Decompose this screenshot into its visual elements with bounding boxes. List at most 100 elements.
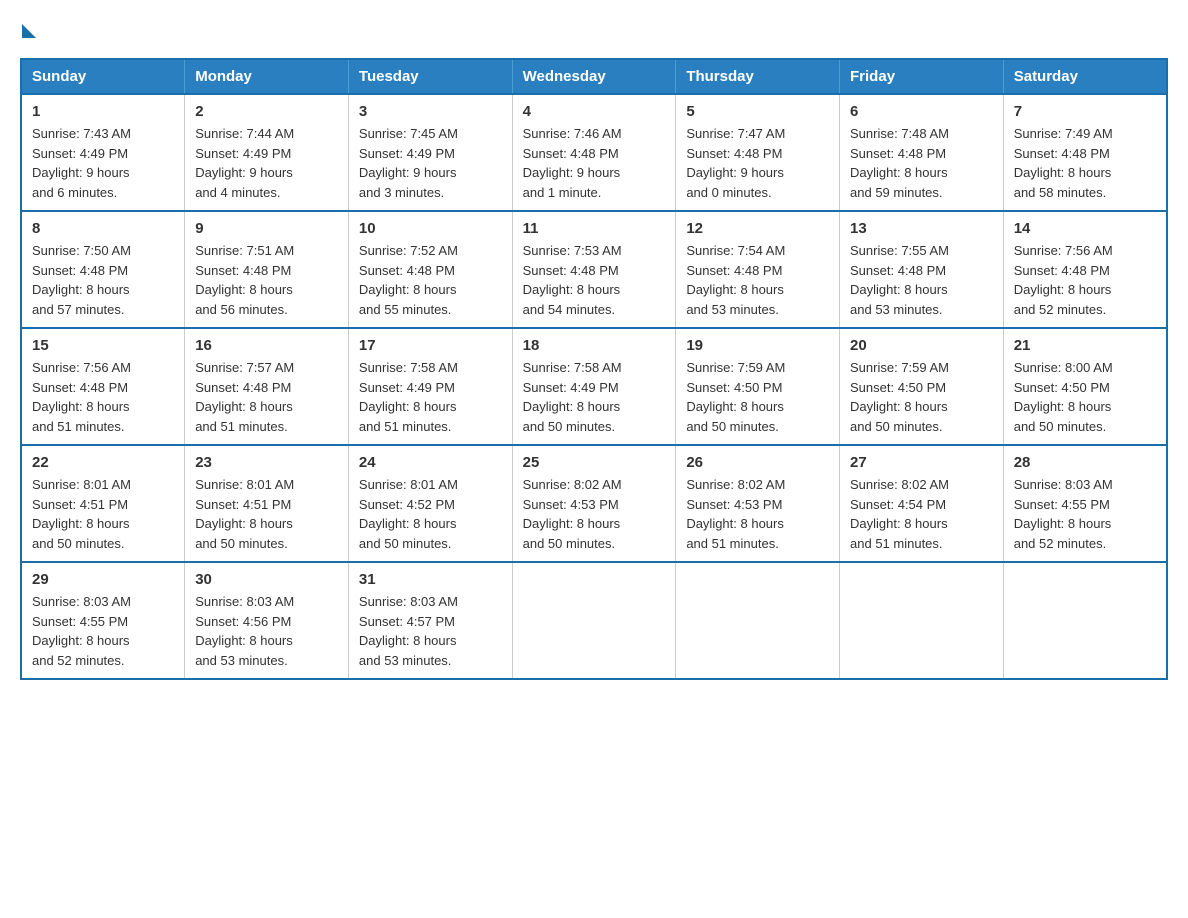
calendar-week-row: 22 Sunrise: 8:01 AMSunset: 4:51 PMDaylig… [21, 445, 1167, 562]
calendar-cell: 19 Sunrise: 7:59 AMSunset: 4:50 PMDaylig… [676, 328, 840, 445]
calendar-cell: 26 Sunrise: 8:02 AMSunset: 4:53 PMDaylig… [676, 445, 840, 562]
day-number: 30 [195, 571, 338, 588]
calendar-cell: 23 Sunrise: 8:01 AMSunset: 4:51 PMDaylig… [185, 445, 349, 562]
day-info: Sunrise: 7:51 AMSunset: 4:48 PMDaylight:… [195, 241, 338, 319]
calendar-cell: 14 Sunrise: 7:56 AMSunset: 4:48 PMDaylig… [1003, 211, 1167, 328]
calendar-week-row: 29 Sunrise: 8:03 AMSunset: 4:55 PMDaylig… [21, 562, 1167, 679]
calendar-cell [676, 562, 840, 679]
day-number: 16 [195, 337, 338, 354]
calendar-cell: 9 Sunrise: 7:51 AMSunset: 4:48 PMDayligh… [185, 211, 349, 328]
calendar-cell: 20 Sunrise: 7:59 AMSunset: 4:50 PMDaylig… [840, 328, 1004, 445]
day-info: Sunrise: 7:59 AMSunset: 4:50 PMDaylight:… [850, 358, 993, 436]
calendar-header-wednesday: Wednesday [512, 59, 676, 94]
day-info: Sunrise: 7:54 AMSunset: 4:48 PMDaylight:… [686, 241, 829, 319]
day-info: Sunrise: 8:02 AMSunset: 4:53 PMDaylight:… [686, 475, 829, 553]
calendar-cell [1003, 562, 1167, 679]
day-number: 8 [32, 220, 174, 237]
day-info: Sunrise: 8:02 AMSunset: 4:53 PMDaylight:… [523, 475, 666, 553]
day-info: Sunrise: 8:03 AMSunset: 4:56 PMDaylight:… [195, 592, 338, 670]
day-number: 26 [686, 454, 829, 471]
day-number: 1 [32, 103, 174, 120]
calendar-week-row: 1 Sunrise: 7:43 AMSunset: 4:49 PMDayligh… [21, 94, 1167, 211]
day-info: Sunrise: 7:58 AMSunset: 4:49 PMDaylight:… [359, 358, 502, 436]
day-info: Sunrise: 7:46 AMSunset: 4:48 PMDaylight:… [523, 124, 666, 202]
day-info: Sunrise: 7:50 AMSunset: 4:48 PMDaylight:… [32, 241, 174, 319]
day-number: 12 [686, 220, 829, 237]
calendar-cell: 1 Sunrise: 7:43 AMSunset: 4:49 PMDayligh… [21, 94, 185, 211]
calendar-week-row: 15 Sunrise: 7:56 AMSunset: 4:48 PMDaylig… [21, 328, 1167, 445]
day-info: Sunrise: 7:45 AMSunset: 4:49 PMDaylight:… [359, 124, 502, 202]
day-number: 22 [32, 454, 174, 471]
calendar-cell [840, 562, 1004, 679]
calendar-cell: 28 Sunrise: 8:03 AMSunset: 4:55 PMDaylig… [1003, 445, 1167, 562]
calendar-cell: 5 Sunrise: 7:47 AMSunset: 4:48 PMDayligh… [676, 94, 840, 211]
calendar-cell: 13 Sunrise: 7:55 AMSunset: 4:48 PMDaylig… [840, 211, 1004, 328]
day-info: Sunrise: 7:47 AMSunset: 4:48 PMDaylight:… [686, 124, 829, 202]
day-number: 5 [686, 103, 829, 120]
day-info: Sunrise: 7:56 AMSunset: 4:48 PMDaylight:… [1014, 241, 1156, 319]
day-number: 7 [1014, 103, 1156, 120]
calendar-cell: 15 Sunrise: 7:56 AMSunset: 4:48 PMDaylig… [21, 328, 185, 445]
day-number: 29 [32, 571, 174, 588]
day-info: Sunrise: 7:59 AMSunset: 4:50 PMDaylight:… [686, 358, 829, 436]
calendar-header-sunday: Sunday [21, 59, 185, 94]
logo-arrow-icon [22, 24, 36, 38]
day-number: 10 [359, 220, 502, 237]
day-number: 6 [850, 103, 993, 120]
calendar-cell: 12 Sunrise: 7:54 AMSunset: 4:48 PMDaylig… [676, 211, 840, 328]
calendar-cell: 21 Sunrise: 8:00 AMSunset: 4:50 PMDaylig… [1003, 328, 1167, 445]
day-info: Sunrise: 8:03 AMSunset: 4:55 PMDaylight:… [1014, 475, 1156, 553]
day-info: Sunrise: 7:48 AMSunset: 4:48 PMDaylight:… [850, 124, 993, 202]
day-number: 28 [1014, 454, 1156, 471]
calendar-cell [512, 562, 676, 679]
day-info: Sunrise: 7:57 AMSunset: 4:48 PMDaylight:… [195, 358, 338, 436]
calendar-cell: 17 Sunrise: 7:58 AMSunset: 4:49 PMDaylig… [348, 328, 512, 445]
calendar-cell: 11 Sunrise: 7:53 AMSunset: 4:48 PMDaylig… [512, 211, 676, 328]
calendar-cell: 10 Sunrise: 7:52 AMSunset: 4:48 PMDaylig… [348, 211, 512, 328]
day-number: 21 [1014, 337, 1156, 354]
day-number: 9 [195, 220, 338, 237]
day-info: Sunrise: 8:01 AMSunset: 4:51 PMDaylight:… [195, 475, 338, 553]
day-info: Sunrise: 8:01 AMSunset: 4:51 PMDaylight:… [32, 475, 174, 553]
day-info: Sunrise: 8:01 AMSunset: 4:52 PMDaylight:… [359, 475, 502, 553]
day-info: Sunrise: 7:44 AMSunset: 4:49 PMDaylight:… [195, 124, 338, 202]
calendar-cell: 4 Sunrise: 7:46 AMSunset: 4:48 PMDayligh… [512, 94, 676, 211]
calendar-cell: 18 Sunrise: 7:58 AMSunset: 4:49 PMDaylig… [512, 328, 676, 445]
day-info: Sunrise: 7:58 AMSunset: 4:49 PMDaylight:… [523, 358, 666, 436]
day-number: 27 [850, 454, 993, 471]
calendar-cell: 29 Sunrise: 8:03 AMSunset: 4:55 PMDaylig… [21, 562, 185, 679]
day-info: Sunrise: 7:52 AMSunset: 4:48 PMDaylight:… [359, 241, 502, 319]
calendar-cell: 3 Sunrise: 7:45 AMSunset: 4:49 PMDayligh… [348, 94, 512, 211]
day-number: 4 [523, 103, 666, 120]
day-info: Sunrise: 7:55 AMSunset: 4:48 PMDaylight:… [850, 241, 993, 319]
day-number: 23 [195, 454, 338, 471]
calendar-cell: 2 Sunrise: 7:44 AMSunset: 4:49 PMDayligh… [185, 94, 349, 211]
calendar-cell: 7 Sunrise: 7:49 AMSunset: 4:48 PMDayligh… [1003, 94, 1167, 211]
calendar-table: SundayMondayTuesdayWednesdayThursdayFrid… [20, 58, 1168, 680]
calendar-cell: 25 Sunrise: 8:02 AMSunset: 4:53 PMDaylig… [512, 445, 676, 562]
day-info: Sunrise: 8:03 AMSunset: 4:57 PMDaylight:… [359, 592, 502, 670]
day-info: Sunrise: 7:43 AMSunset: 4:49 PMDaylight:… [32, 124, 174, 202]
day-number: 17 [359, 337, 502, 354]
day-info: Sunrise: 8:02 AMSunset: 4:54 PMDaylight:… [850, 475, 993, 553]
day-info: Sunrise: 8:00 AMSunset: 4:50 PMDaylight:… [1014, 358, 1156, 436]
day-number: 11 [523, 220, 666, 237]
day-number: 19 [686, 337, 829, 354]
day-number: 25 [523, 454, 666, 471]
day-info: Sunrise: 7:56 AMSunset: 4:48 PMDaylight:… [32, 358, 174, 436]
day-number: 20 [850, 337, 993, 354]
calendar-header-friday: Friday [840, 59, 1004, 94]
day-info: Sunrise: 7:53 AMSunset: 4:48 PMDaylight:… [523, 241, 666, 319]
calendar-header-row: SundayMondayTuesdayWednesdayThursdayFrid… [21, 59, 1167, 94]
calendar-cell: 31 Sunrise: 8:03 AMSunset: 4:57 PMDaylig… [348, 562, 512, 679]
day-number: 14 [1014, 220, 1156, 237]
day-info: Sunrise: 8:03 AMSunset: 4:55 PMDaylight:… [32, 592, 174, 670]
logo [20, 20, 36, 38]
calendar-cell: 8 Sunrise: 7:50 AMSunset: 4:48 PMDayligh… [21, 211, 185, 328]
calendar-cell: 27 Sunrise: 8:02 AMSunset: 4:54 PMDaylig… [840, 445, 1004, 562]
calendar-cell: 6 Sunrise: 7:48 AMSunset: 4:48 PMDayligh… [840, 94, 1004, 211]
day-number: 18 [523, 337, 666, 354]
calendar-header-saturday: Saturday [1003, 59, 1167, 94]
calendar-header-thursday: Thursday [676, 59, 840, 94]
day-info: Sunrise: 7:49 AMSunset: 4:48 PMDaylight:… [1014, 124, 1156, 202]
